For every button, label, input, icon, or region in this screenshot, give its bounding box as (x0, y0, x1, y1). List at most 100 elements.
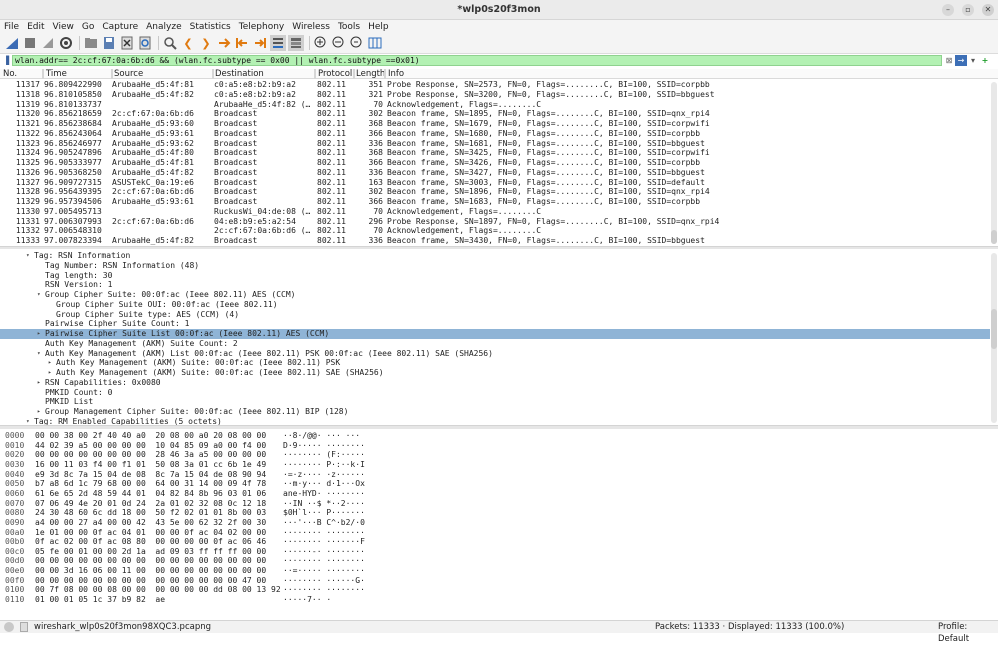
column-source[interactable]: Source (112, 69, 143, 79)
column-destination[interactable]: Destination (213, 69, 264, 79)
bookmark-icon[interactable]: ▐ (3, 56, 12, 66)
profile-selector[interactable]: Profile: Default (938, 621, 998, 645)
detail-tree-item[interactable]: Tag length: 30 (0, 271, 990, 281)
collapsed-arrow-icon[interactable]: ▸ (37, 407, 41, 417)
packet-row[interactable]: 11332 97.006548310 2c:cf:67:0a:6b:d6 (… 802… (0, 226, 988, 236)
packet-row[interactable]: 11320 96.856218659 2c:cf:67:0a:6b:d6 Broadc… (0, 109, 988, 119)
add-filter-button-icon[interactable]: + (980, 55, 990, 66)
stop-capture-icon[interactable] (22, 35, 38, 51)
display-filter-input[interactable]: wlan.addr== 2c:cf:67:0a:6b:d6 && (wlan.f… (12, 55, 942, 66)
column-time[interactable]: Time (44, 69, 67, 79)
open-file-icon[interactable] (83, 35, 99, 51)
packet-bytes-pane[interactable]: 0000 00 00 38 00 2f 40 40 a0 20 08 00 a0 … (0, 429, 998, 620)
menu-help[interactable]: Help (368, 22, 389, 32)
menu-file[interactable]: File (4, 22, 19, 32)
first-packet-icon[interactable] (234, 35, 250, 51)
go-to-packet-icon[interactable] (216, 35, 232, 51)
packet-row[interactable]: 11323 96.856246977 ArubaaHe_d5:93:62 Broadc… (0, 139, 988, 149)
packet-row[interactable]: 11322 96.856243064 ArubaaHe_d5:93:61 Broadc… (0, 129, 988, 139)
expanded-arrow-icon[interactable]: ▾ (37, 290, 41, 300)
detail-tree-item[interactable]: ▸ RSN Capabilities: 0x0080 (0, 378, 990, 388)
detail-tree-item[interactable]: Group Cipher Suite type: AES (CCM) (4) (0, 310, 990, 320)
shark-fin-start-icon[interactable] (4, 35, 20, 51)
detail-tree-item[interactable]: PMKID Count: 0 (0, 388, 990, 398)
packet-row[interactable]: 11324 96.905247896 ArubaaHe_d5:4f:80 Broadc… (0, 148, 988, 158)
packet-row[interactable]: 11331 97.006307993 2c:cf:67:0a:6b:d6 04:e8:… (0, 217, 988, 227)
clear-filter-icon[interactable]: ⊠ (944, 55, 954, 66)
column-info[interactable]: Info (386, 69, 404, 79)
expanded-arrow-icon[interactable]: ▾ (26, 417, 30, 425)
maximize-icon[interactable]: ▫ (962, 4, 974, 16)
packet-details-tree[interactable]: ▾ Tag: RSN Information Tag Number: RSN Inf… (0, 249, 998, 425)
packet-row[interactable]: 11325 96.905333977 ArubaaHe_d5:4f:81 Broadc… (0, 158, 988, 168)
packet-row[interactable]: 11333 97.007823394 ArubaaHe_d5:4f:82 Broadc… (0, 236, 988, 246)
detail-tree-item[interactable]: ▸ Auth Key Management (AKM) Suite: 00:0f:… (0, 358, 990, 368)
packet-row[interactable]: 11328 96.956439395 2c:cf:67:0a:6b:d6 Broadc… (0, 187, 988, 197)
menu-telephony[interactable]: Telephony (239, 22, 285, 32)
capture-file-icon[interactable] (20, 622, 28, 632)
detail-tree-item[interactable]: ▾ Tag: RSN Information (0, 251, 990, 261)
find-packet-icon[interactable] (162, 35, 178, 51)
minimize-icon[interactable]: – (942, 4, 954, 16)
go-back-icon[interactable]: ❮ (180, 35, 196, 51)
autoscroll-icon[interactable] (270, 35, 286, 51)
detail-tree-item[interactable]: ▾ Tag: RM Enabled Capabilities (5 octets) (0, 417, 990, 425)
menu-tools[interactable]: Tools (338, 22, 360, 32)
resize-columns-icon[interactable] (367, 35, 383, 51)
detail-tree-item[interactable]: Auth Key Management (AKM) Suite Count: 2 (0, 339, 990, 349)
menu-go[interactable]: Go (82, 22, 94, 32)
save-file-icon[interactable] (101, 35, 117, 51)
column-length[interactable]: Length (354, 69, 385, 79)
close-file-icon[interactable] (119, 35, 135, 51)
packet-list[interactable]: 11333 97.007823394 ArubaaHe_d5:4f:82 Broadc… (0, 80, 998, 246)
packet-row[interactable]: 11327 96.909727315 ASUSTekC_0a:19:e6 Broadc… (0, 178, 988, 188)
detail-tree-item[interactable]: ▾ Group Cipher Suite: 00:0f:ac (Ieee 802.… (0, 290, 990, 300)
detail-tree-item[interactable]: RSN Version: 1 (0, 280, 990, 290)
packet-list-scrollbar-thumb[interactable] (991, 230, 997, 244)
detail-tree-item[interactable]: Tag Number: RSN Information (48) (0, 261, 990, 271)
packet-row[interactable]: 11318 96.810105850 ArubaaHe_d5:4f:82 c0:a5:… (0, 90, 988, 100)
menu-view[interactable]: View (53, 22, 74, 32)
detail-tree-item[interactable]: Pairwise Cipher Suite Count: 1 (0, 319, 990, 329)
filter-dropdown-icon[interactable]: ▾ (968, 55, 978, 66)
expanded-arrow-icon[interactable]: ▾ (37, 349, 41, 359)
restart-capture-icon[interactable] (40, 35, 56, 51)
detail-tree-item[interactable]: ▾ Auth Key Management (AKM) List 00:0f:ac… (0, 349, 990, 359)
expert-info-icon[interactable] (4, 622, 14, 632)
close-icon[interactable]: ✕ (982, 4, 994, 16)
packet-row[interactable]: 11317 96.809422990 ArubaaHe_d5:4f:81 c0:a5:… (0, 80, 988, 90)
menu-statistics[interactable]: Statistics (190, 22, 231, 32)
packet-row[interactable]: 11321 96.856238684 ArubaaHe_d5:93:60 Broadc… (0, 119, 988, 129)
menu-edit[interactable]: Edit (27, 22, 44, 32)
detail-tree-item[interactable]: Group Cipher Suite OUI: 00:0f:ac (Ieee 8… (0, 300, 990, 310)
last-packet-icon[interactable] (252, 35, 268, 51)
menu-capture[interactable]: Capture (102, 22, 138, 32)
detail-tree-item[interactable]: ▸ Auth Key Management (AKM) Suite: 00:0f:… (0, 368, 990, 378)
collapsed-arrow-icon[interactable]: ▸ (37, 329, 41, 339)
detail-tree-item[interactable]: ▸ Group Management Cipher Suite: 00:0f:ac… (0, 407, 990, 417)
packet-row[interactable]: 11319 96.810133737 ArubaaHe_d5:4f:82 (… 802… (0, 100, 988, 110)
colorize-icon[interactable] (288, 35, 304, 51)
packet-row[interactable]: 11330 97.005495713 RuckusWi_04:de:08 (… 802… (0, 207, 988, 217)
collapsed-arrow-icon[interactable]: ▸ (48, 358, 52, 368)
details-scrollbar-thumb[interactable] (991, 309, 997, 349)
detail-tree-item[interactable]: PMKID List (0, 397, 990, 407)
reload-file-icon[interactable] (137, 35, 153, 51)
packet-row[interactable]: 11329 96.957394506 ArubaaHe_d5:93:61 Broadc… (0, 197, 988, 207)
menu-wireless[interactable]: Wireless (292, 22, 330, 32)
zoom-in-icon[interactable] (313, 35, 329, 51)
packet-list-scrollbar-track[interactable] (991, 82, 997, 244)
go-forward-icon[interactable]: ❯ (198, 35, 214, 51)
zoom-out-icon[interactable] (331, 35, 347, 51)
column-no[interactable]: No. (1, 69, 17, 79)
expanded-arrow-icon[interactable]: ▾ (26, 251, 30, 261)
collapsed-arrow-icon[interactable]: ▸ (48, 368, 52, 378)
capture-options-icon[interactable] (58, 35, 74, 51)
column-protocol[interactable]: Protocol (316, 69, 352, 79)
collapsed-arrow-icon[interactable]: ▸ (37, 378, 41, 388)
packet-row[interactable]: 11326 96.905368250 ArubaaHe_d5:4f:82 Broadc… (0, 168, 988, 178)
menu-analyze[interactable]: Analyze (146, 22, 181, 32)
apply-filter-icon[interactable]: → (955, 55, 967, 66)
detail-tree-item[interactable]: ▸ Pairwise Cipher Suite List 00:0f:ac (Ie… (0, 329, 990, 339)
zoom-normal-icon[interactable] (349, 35, 365, 51)
